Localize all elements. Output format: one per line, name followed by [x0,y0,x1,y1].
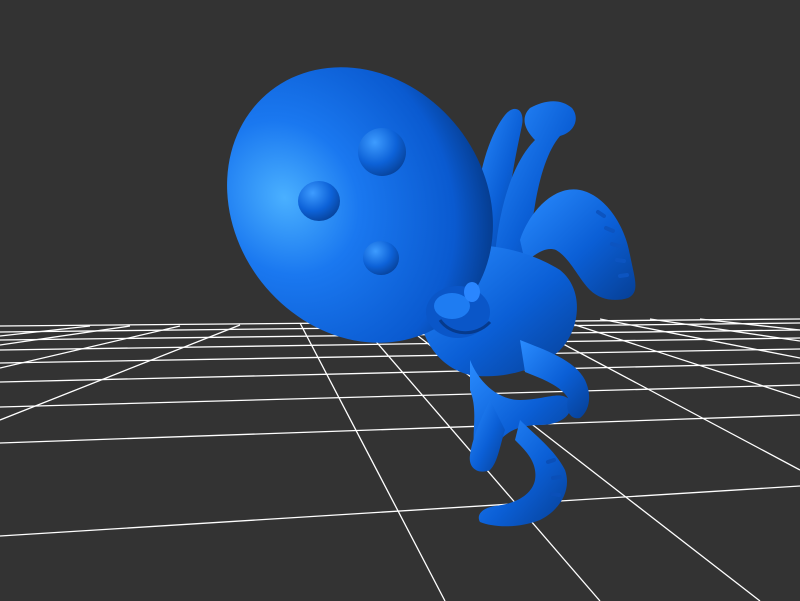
viewport-canvas[interactable] [0,0,800,601]
head-bump-3 [363,241,399,275]
octopus-eye-highlight [434,293,470,319]
siphon-tip [464,282,480,302]
head-bump-2 [298,181,340,221]
octopus-model[interactable] [172,14,636,527]
3d-viewport[interactable] [0,0,800,601]
head-bump-1 [358,128,406,176]
floor-grid [0,318,800,601]
